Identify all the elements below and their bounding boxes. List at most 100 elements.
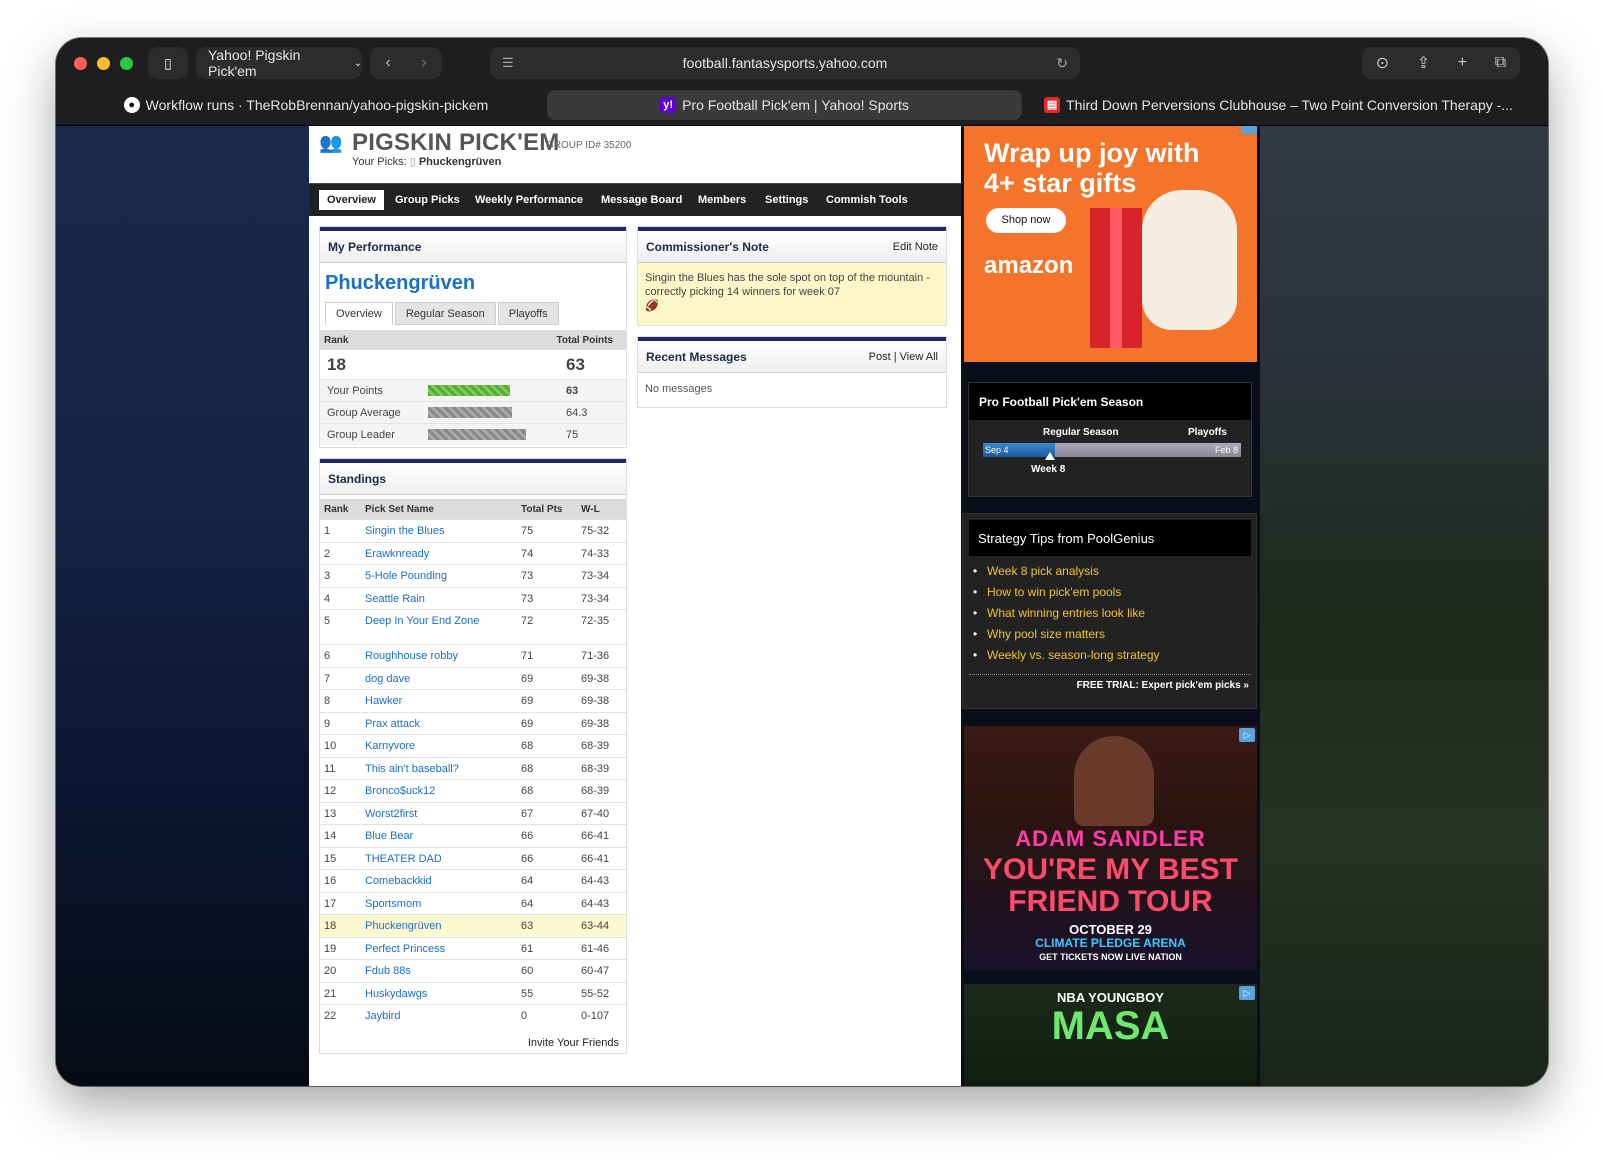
standings-cell-wl: 69-38: [581, 672, 610, 685]
ad-date: OCTOBER 29: [1069, 922, 1152, 937]
standings-row: 14 Blue Bear 66 66-41: [320, 824, 626, 847]
tab-group-selector[interactable]: Yahoo! Pigskin Pick'em ⌄: [196, 47, 362, 79]
standings-cell-pts: 55: [521, 987, 534, 1000]
zoom-window-button[interactable]: [120, 57, 133, 70]
nba-youngboy-ad[interactable]: NBA YOUNGBOY MASA ▷: [964, 984, 1257, 1086]
download-icon[interactable]: ⊙: [1376, 53, 1389, 73]
season-progress-track: [983, 443, 1241, 457]
edit-note-link[interactable]: Edit Note: [893, 241, 938, 253]
standings-row: 4 Seattle Rain 73 73-34: [320, 586, 626, 610]
tab-third-down[interactable]: ▤ Third Down Perversions Clubhouse – Two …: [1026, 90, 1531, 120]
standings-cell-wl: 69-38: [581, 695, 610, 707]
standings-cell-name[interactable]: 5-Hole Pounding: [365, 570, 485, 583]
standings-cell-name[interactable]: Karnyvore: [365, 740, 485, 753]
nav-group-picks[interactable]: Group Picks: [387, 190, 468, 210]
close-window-button[interactable]: [74, 57, 87, 70]
group-id: GROUP ID# 35200: [546, 140, 632, 151]
page-settings-icon[interactable]: ☰: [502, 55, 514, 71]
ad-choices-icon[interactable]: ▷: [1239, 728, 1255, 742]
tab-overall[interactable]: Overview: [325, 302, 393, 325]
standings-cell-name[interactable]: Comebackkid: [365, 875, 485, 888]
minimize-window-button[interactable]: [97, 57, 110, 70]
tab-regular-season[interactable]: Regular Season: [394, 302, 496, 325]
tip-link[interactable]: Why pool size matters: [987, 626, 1160, 647]
nav-overview[interactable]: Overview: [319, 190, 384, 210]
nav-weekly-performance[interactable]: Weekly Performance: [467, 190, 591, 210]
standings-cell-wl: 74-33: [581, 547, 610, 560]
standings-cell-name[interactable]: Roughhouse robby: [365, 650, 485, 663]
group-people-icon: 👥: [319, 133, 343, 154]
view-all-link[interactable]: View All: [900, 351, 938, 363]
address-bar[interactable]: ☰ football.fantasysports.yahoo.com ↻: [490, 47, 1080, 79]
forward-arrow-icon[interactable]: ›: [421, 54, 426, 72]
ad-choices-icon[interactable]: ▷: [1239, 986, 1255, 1000]
sidebar-toggle-button[interactable]: ▯: [148, 47, 188, 79]
ad-choices-icon[interactable]: [1241, 126, 1257, 134]
tab-label: Pro Football Pick'em | Yahoo! Sports: [682, 97, 909, 113]
nav-message-board[interactable]: Message Board: [593, 190, 690, 210]
back-arrow-icon[interactable]: ‹: [385, 54, 390, 72]
nav-commish-tools[interactable]: Commish Tools: [818, 190, 916, 210]
invite-friends-link[interactable]: Invite Your Friends: [528, 1037, 619, 1049]
brand-title[interactable]: PIGSKIN PICK'EM: [352, 129, 559, 157]
tab-overview-icon[interactable]: ⧉: [1495, 54, 1506, 72]
note-body: Singin the Blues has the sole spot on to…: [638, 263, 946, 325]
standings-cell-name[interactable]: Huskydawgs: [365, 988, 485, 1001]
standings-cell-name[interactable]: Sportsmom: [365, 898, 485, 911]
standings-cell-pts: 73: [521, 570, 534, 582]
standings-cell-rank: 4: [324, 592, 331, 605]
standings-cell-name[interactable]: Fdub 88s: [365, 965, 485, 978]
pick-set-name[interactable]: Phuckengrüven: [325, 272, 475, 295]
tab-workflow-runs[interactable]: ● Workflow runs · TheRobBrennan/yahoo-pig…: [66, 90, 546, 120]
tip-link[interactable]: What winning entries look like: [987, 605, 1160, 626]
standings-cell-name[interactable]: This ain't baseball?: [365, 763, 485, 776]
standings-cell-pts: 61: [521, 942, 534, 955]
standings-cell-rank: 11: [324, 762, 336, 775]
rank-value: 18: [327, 355, 346, 374]
shop-now-button[interactable]: Shop now: [986, 208, 1066, 233]
standings-cell-name[interactable]: Perfect Princess: [365, 943, 485, 956]
playoffs-label: Playoffs: [1188, 427, 1227, 438]
standings-cell-name[interactable]: Seattle Rain: [365, 593, 485, 606]
free-trial-link[interactable]: FREE TRIAL: Expert pick'em picks »: [969, 674, 1251, 696]
standings-cell-name[interactable]: dog dave: [365, 673, 485, 686]
standings-cell-rank: 6: [324, 650, 331, 662]
standings-cell-name[interactable]: Phuckengrüven: [365, 920, 485, 933]
standings-cell-wl: 75-32: [581, 525, 610, 537]
standings-cell-name[interactable]: THEATER DAD: [365, 853, 485, 866]
tab-pro-football-pickem[interactable]: y! Pro Football Pick'em | Yahoo! Sports: [547, 90, 1022, 120]
standings-cell-rank: 8: [324, 695, 331, 707]
standings-cell-rank: 17: [324, 897, 337, 910]
your-picks-link[interactable]: Phuckengrüven: [419, 156, 502, 168]
standings-cell-name[interactable]: Singin the Blues: [365, 525, 485, 538]
ad-title: MASA: [1051, 1004, 1170, 1048]
new-tab-icon[interactable]: +: [1458, 54, 1467, 72]
standings-cell-name[interactable]: Erawknready: [365, 548, 485, 561]
reload-icon[interactable]: ↻: [1056, 55, 1068, 72]
share-icon[interactable]: ⇪: [1417, 53, 1430, 73]
standings-cell-name[interactable]: Hawker: [365, 695, 485, 708]
browser-toolbar: ▯ Yahoo! Pigskin Pick'em ⌄ ‹ › ☰ football.…: [56, 38, 1548, 86]
standings-row: 2 Erawknready 74 74-33: [320, 541, 626, 565]
browser-window: ▯ Yahoo! Pigskin Pick'em ⌄ ‹ › ☰ football.…: [56, 38, 1548, 1086]
standings-row: 7 dog dave 69 69-38: [320, 666, 626, 690]
standings-cell-pts: 60: [521, 965, 534, 977]
tip-link[interactable]: Week 8 pick analysis: [987, 563, 1160, 584]
standings-cell-name[interactable]: Blue Bear: [365, 830, 485, 843]
page-header: 👥 PIGSKIN PICK'EM GROUP ID# 35200 Your P…: [309, 126, 961, 183]
nav-members[interactable]: Members: [690, 190, 754, 210]
tip-link[interactable]: Weekly vs. season-long strategy: [987, 647, 1160, 668]
amazon-ad[interactable]: Wrap up joy with 4+ star gifts Shop now …: [964, 126, 1257, 362]
nav-settings[interactable]: Settings: [757, 190, 816, 210]
stat-value: 75: [566, 429, 579, 441]
tip-link[interactable]: How to win pick'em pools: [987, 584, 1160, 605]
post-link[interactable]: Post: [869, 351, 891, 363]
standings-cell-name[interactable]: Bronco$uck12: [365, 785, 485, 798]
standings-cell-name[interactable]: Deep In Your End Zone: [365, 615, 485, 628]
standings-cell-name[interactable]: Worst2first: [365, 808, 485, 821]
standings-cell-name[interactable]: Jaybird: [365, 1010, 485, 1023]
standings-cell-name[interactable]: Prax attack: [365, 718, 485, 731]
concert-ad[interactable]: ADAM SANDLER YOU'RE MY BEST FRIEND TOUR …: [964, 726, 1257, 970]
standings-row: 22 Jaybird 0 0-107: [320, 1004, 626, 1027]
tab-playoffs[interactable]: Playoffs: [497, 302, 559, 325]
